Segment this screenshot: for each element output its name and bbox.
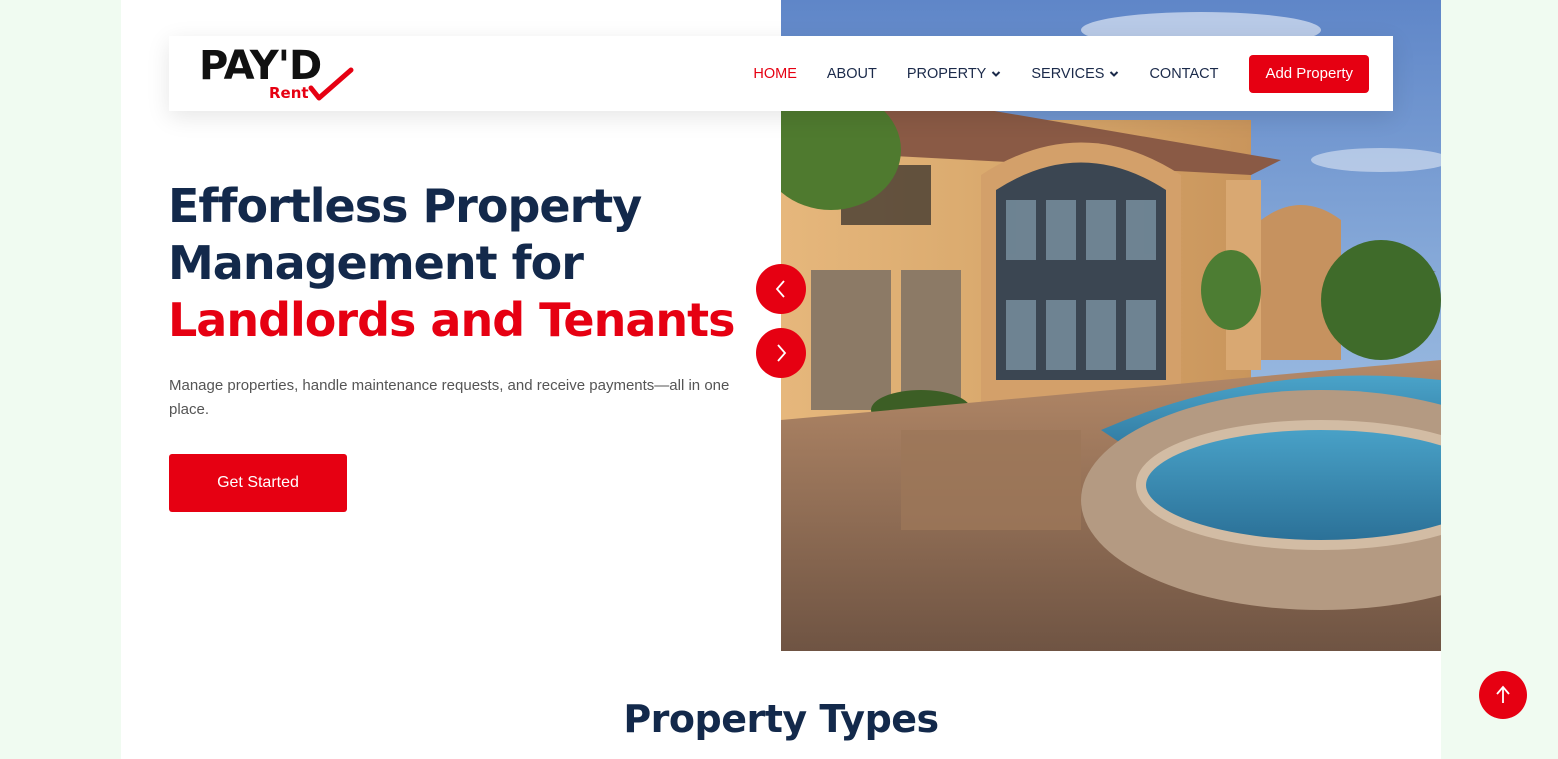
nav-about-label: ABOUT xyxy=(826,65,877,82)
add-property-button[interactable]: Add Property xyxy=(1249,54,1369,93)
nav-links: HOME ABOUT PROPERTY SERVICES CONTACT Add xyxy=(723,36,1369,111)
arrow-up-icon xyxy=(1496,685,1510,703)
page-container: PAY'D Rent HOME ABOUT PROPERTY SERVICES xyxy=(121,0,1441,759)
navbar: PAY'D Rent HOME ABOUT PROPERTY SERVICES xyxy=(169,36,1393,111)
get-started-button[interactable]: Get Started xyxy=(169,454,347,512)
nav-home[interactable]: HOME xyxy=(753,66,797,82)
slider-next-button[interactable] xyxy=(756,328,806,378)
checkmark-icon xyxy=(308,67,354,101)
nav-contact[interactable]: CONTACT xyxy=(1149,66,1218,82)
section-title-property-types: Property Types xyxy=(623,697,939,741)
hero-title-line2: Management for xyxy=(168,236,584,290)
nav-services-label: SERVICES xyxy=(1031,65,1105,82)
chevron-down-icon xyxy=(992,70,1001,77)
hero-title-line1: Effortless Property xyxy=(168,179,642,233)
nav-about[interactable]: ABOUT xyxy=(827,66,877,82)
hero-title-accent: Landlords and Tenants xyxy=(168,293,736,347)
brand-logo[interactable]: PAY'D Rent xyxy=(199,44,359,104)
chevron-down-icon xyxy=(1110,70,1119,77)
hero-subtitle: Manage properties, handle maintenance re… xyxy=(169,377,730,418)
nav-services[interactable]: SERVICES xyxy=(1031,66,1119,82)
slider-prev-button[interactable] xyxy=(756,264,806,314)
nav-property-label: PROPERTY xyxy=(906,65,987,82)
hero-title: Effortless Property Management for Landl… xyxy=(168,178,768,349)
nav-contact-label: CONTACT xyxy=(1149,65,1219,82)
back-to-top-button[interactable] xyxy=(1479,671,1527,719)
chevron-right-icon xyxy=(777,344,787,362)
chevron-left-icon xyxy=(775,280,785,298)
nav-property[interactable]: PROPERTY xyxy=(907,66,1002,82)
nav-home-label: HOME xyxy=(753,65,797,82)
